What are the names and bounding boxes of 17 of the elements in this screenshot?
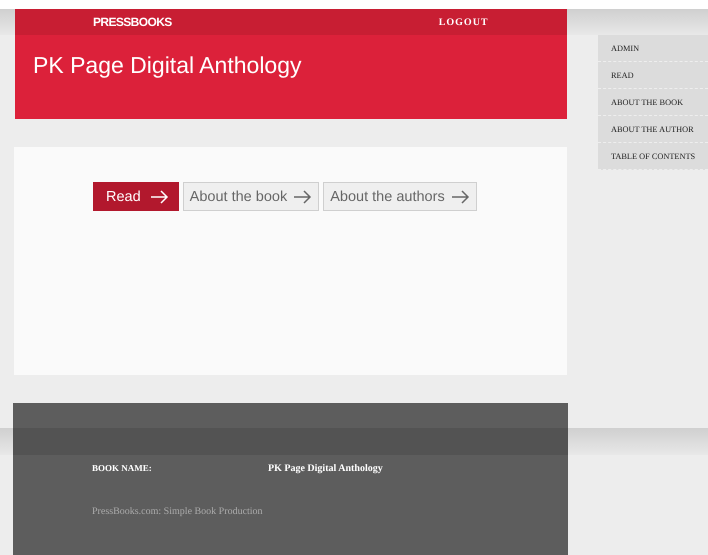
- arrow-icon: [293, 190, 312, 204]
- menu-item[interactable]: TABLE OF CONTENTS: [598, 143, 708, 170]
- menu-item[interactable]: ADMIN: [598, 35, 708, 62]
- logo[interactable]: PRESSBOOKS: [93, 14, 172, 30]
- menu-item[interactable]: READ: [598, 62, 708, 89]
- book-title: PK Page Digital Anthology: [33, 52, 303, 79]
- tagline: PressBooks.com: Simple Book Production: [92, 506, 264, 517]
- arrow-icon: [150, 190, 169, 204]
- nav-button[interactable]: About the book: [182, 182, 320, 211]
- menu-item[interactable]: ABOUT THE BOOK: [598, 89, 708, 116]
- nav-button[interactable]: Read: [93, 182, 179, 211]
- nav-button[interactable]: About the authors: [323, 182, 477, 211]
- logout-link[interactable]: LOGOUT: [438, 16, 489, 28]
- menu-item[interactable]: ABOUT THE AUTHOR: [598, 116, 708, 143]
- book-name-label: BOOK NAME:: [92, 463, 153, 474]
- arrow-icon: [450, 190, 470, 204]
- book-name: PK Page Digital Anthology: [268, 463, 383, 474]
